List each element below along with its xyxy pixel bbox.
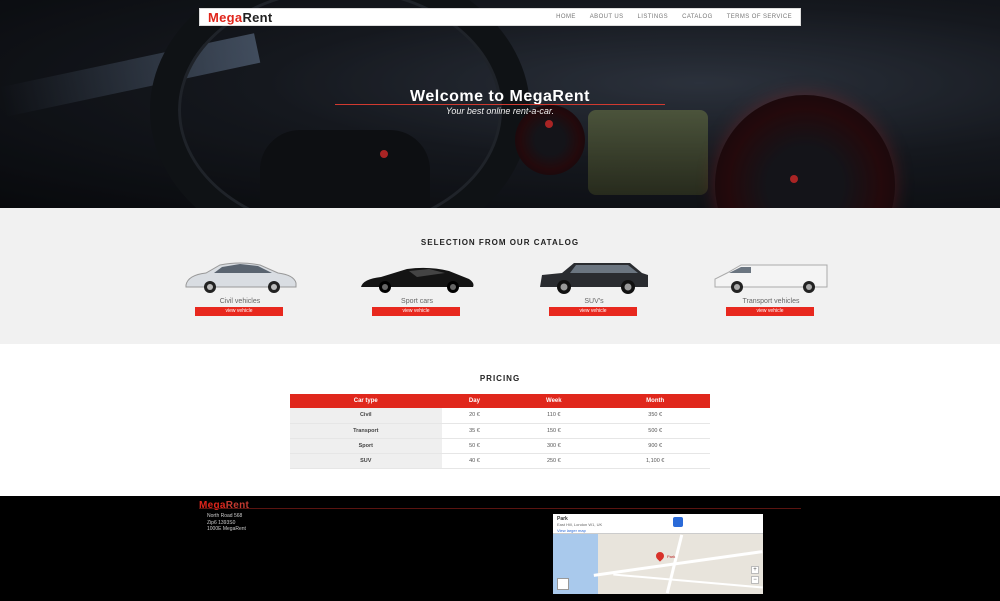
view-vehicle-button[interactable]: view vehicle [372,307,460,316]
suv-image[interactable] [534,261,654,295]
address-line: 1000E MegaRent [207,526,246,532]
nav-menu: HOME ABOUT US LISTINGS CATALOG TERMS OF … [556,14,792,20]
nav-terms[interactable]: TERMS OF SERVICE [727,14,792,20]
nav-catalog[interactable]: CATALOG [682,14,713,20]
location-map[interactable]: Park East Hill, London W1, UK View large… [553,514,763,594]
nav-home[interactable]: HOME [556,14,576,20]
map-pin-icon[interactable] [654,550,666,562]
logo-part1: Mega [208,9,243,25]
cell-week: 110 € [507,408,601,424]
cell-car-type: Sport [290,438,442,454]
catalog-item-transport: Transport vehicles view vehicle [701,256,841,336]
address-line: North Road 568 [207,513,243,519]
table-header-row: Car type Day Week Month [290,394,710,408]
top-navbar: MegaRent HOME ABOUT US LISTINGS CATALOG … [199,8,801,26]
table-row: Transport 35 € 150 € 500 € [290,423,710,439]
cell-day: 20 € [441,408,508,424]
map-place-address: East Hill, London W1, UK [557,522,603,527]
catalog-item-civil: Civil vehicles view vehicle [170,256,310,336]
catalog-label: Sport cars [401,298,433,305]
hero-subtitle: Your best online rent-a-car. [445,106,555,116]
cell-car-type: Transport [290,423,442,439]
van-image[interactable] [711,261,831,295]
catalog-label: Transport vehicles [742,298,800,305]
cell-month: 350 € [600,408,710,424]
header-car-type: Car type [290,394,442,408]
cell-month: 1,100 € [600,453,710,469]
view-vehicle-button[interactable]: view vehicle [726,307,814,316]
map-grid-icon[interactable] [557,578,569,590]
view-vehicle-button[interactable]: view vehicle [549,307,637,316]
footer-address: North Road 568 Zip6 1393S0 1000E MegaRen… [207,513,246,533]
header-month: Month [600,394,710,408]
nav-about[interactable]: ABOUT US [590,14,624,20]
sport-car-image[interactable] [357,261,477,295]
cell-day: 40 € [441,453,508,469]
cell-month: 900 € [600,438,710,454]
zoom-out-icon[interactable]: − [751,576,759,584]
cell-car-type: SUV [290,453,442,469]
directions-icon[interactable] [673,517,683,527]
nav-listings[interactable]: LISTINGS [638,14,669,20]
catalog-section: SELECTION FROM OUR CATALOG Civil vehicle… [0,208,1000,344]
logo-part1: Mega [199,500,226,511]
cell-car-type: Civil [290,408,442,424]
view-vehicle-button[interactable]: view vehicle [195,307,283,316]
cell-day: 50 € [441,438,508,454]
cell-month: 500 € [600,423,710,439]
footer-divider [199,508,801,509]
map-road [613,573,763,589]
table-row: Civil 20 € 110 € 350 € [290,408,710,424]
map-info-card: Park East Hill, London W1, UK View large… [553,514,763,534]
hero-divider [335,104,665,105]
catalog-label: Civil vehicles [219,298,261,305]
cell-week: 150 € [507,423,601,439]
logo-part2: Rent [242,9,273,25]
cell-week: 300 € [507,438,601,454]
catalog-item-sport: Sport cars view vehicle [347,256,487,336]
view-larger-map-link[interactable]: View larger map [557,528,586,533]
header-week: Week [507,394,601,408]
pricing-title: PRICING [479,374,521,383]
zoom-in-icon[interactable]: + [751,566,759,574]
catalog-title: SELECTION FROM OUR CATALOG [420,238,580,247]
civil-car-image[interactable] [180,261,300,295]
cell-week: 250 € [507,453,601,469]
catalog-item-suv: SUV's view vehicle [524,256,664,336]
footer: MegaRent North Road 568 Zip6 1393S0 1000… [0,496,1000,601]
pricing-table: Car type Day Week Month Civil 20 € 110 €… [290,394,710,469]
pricing-section: PRICING Car type Day Week Month Civil 20… [0,344,1000,496]
cell-day: 35 € [441,423,508,439]
table-row: SUV 40 € 250 € 1,100 € [290,453,710,469]
hero-section: MegaRent HOME ABOUT US LISTINGS CATALOG … [0,0,1000,208]
header-day: Day [441,394,508,408]
footer-logo[interactable]: MegaRent [199,500,249,511]
map-pin-label: Park [667,554,676,559]
logo[interactable]: MegaRent [208,10,273,25]
logo-part2: Rent [225,500,250,511]
catalog-label: SUV's [584,298,604,305]
table-row: Sport 50 € 300 € 900 € [290,438,710,454]
